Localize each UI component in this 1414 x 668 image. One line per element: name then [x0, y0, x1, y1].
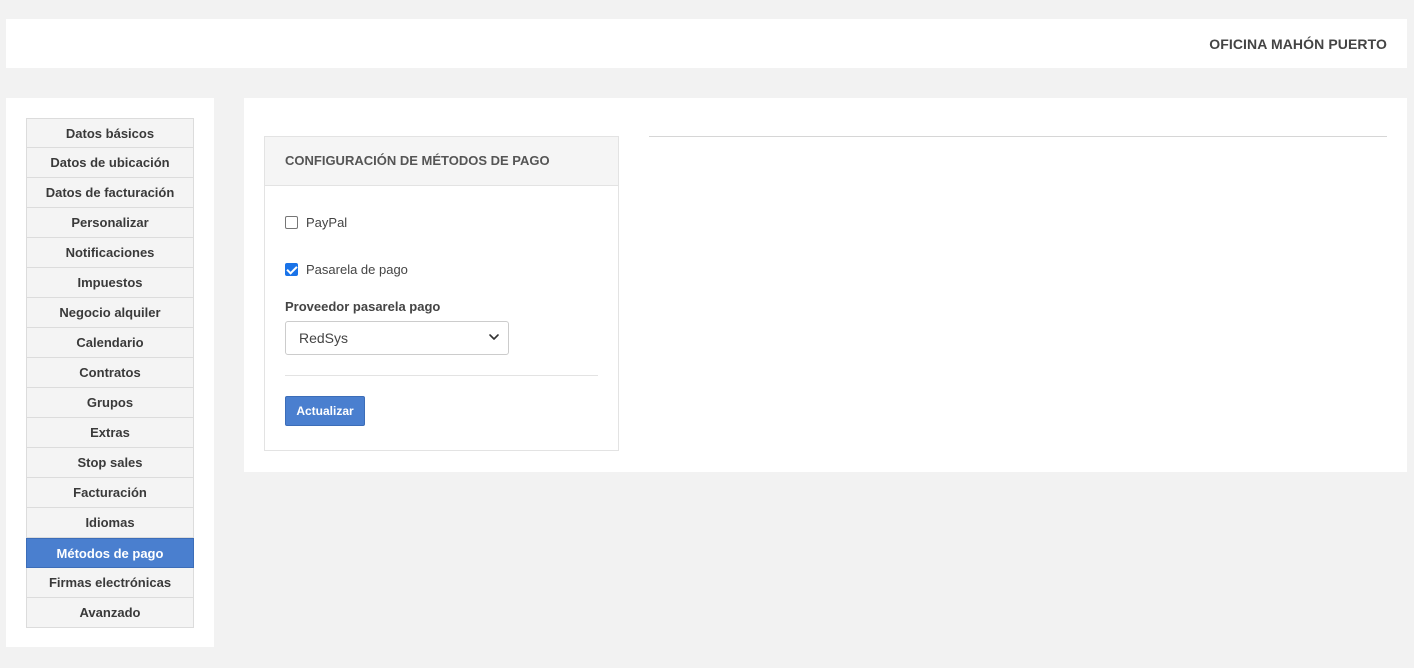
pasarela-checkbox[interactable] [285, 262, 298, 276]
sidebar-item-datos-ubicacion[interactable]: Datos de ubicación [26, 148, 194, 178]
sidebar-item-notificaciones[interactable]: Notificaciones [26, 238, 194, 268]
sidebar-item-stop-sales[interactable]: Stop sales [26, 448, 194, 478]
sidebar: Datos básicos Datos de ubicación Datos d… [6, 98, 214, 647]
provider-selected-value: RedSys [299, 330, 349, 346]
panel-body: PayPal Pasarela de pago Proveedor pasare… [265, 212, 618, 426]
paypal-option[interactable]: PayPal [285, 212, 598, 232]
sidebar-menu: Datos básicos Datos de ubicación Datos d… [26, 118, 194, 628]
sidebar-item-grupos[interactable]: Grupos [26, 388, 194, 418]
sidebar-item-negocio-alquiler[interactable]: Negocio alquiler [26, 298, 194, 328]
sidebar-item-impuestos[interactable]: Impuestos [26, 268, 194, 298]
chevron-down-icon [489, 334, 499, 340]
sidebar-item-contratos[interactable]: Contratos [26, 358, 194, 388]
main-content: CONFIGURACIÓN DE MÉTODOS DE PAGO PayPal … [244, 98, 1407, 472]
sidebar-item-calendario[interactable]: Calendario [26, 328, 194, 358]
sidebar-item-metodos-pago[interactable]: Métodos de pago [26, 538, 194, 568]
paypal-label: PayPal [306, 214, 348, 230]
sidebar-item-datos-facturacion[interactable]: Datos de facturación [26, 178, 194, 208]
office-name: OFICINA MAHÓN PUERTO [1209, 36, 1387, 52]
pasarela-label: Pasarela de pago [306, 261, 408, 277]
provider-select[interactable]: RedSys [285, 321, 509, 355]
payment-methods-panel: CONFIGURACIÓN DE MÉTODOS DE PAGO PayPal … [264, 136, 619, 451]
divider [649, 136, 1387, 137]
sidebar-item-facturacion[interactable]: Facturación [26, 478, 194, 508]
paypal-checkbox[interactable] [285, 215, 298, 229]
sidebar-item-firmas-electronicas[interactable]: Firmas electrónicas [26, 568, 194, 598]
sidebar-item-datos-basicos[interactable]: Datos básicos [26, 118, 194, 148]
sidebar-item-idiomas[interactable]: Idiomas [26, 508, 194, 538]
update-button[interactable]: Actualizar [285, 396, 365, 426]
sidebar-item-personalizar[interactable]: Personalizar [26, 208, 194, 238]
divider [285, 375, 598, 376]
sidebar-item-extras[interactable]: Extras [26, 418, 194, 448]
sidebar-item-avanzado[interactable]: Avanzado [26, 598, 194, 628]
panel-title: CONFIGURACIÓN DE MÉTODOS DE PAGO [265, 137, 618, 186]
pasarela-option[interactable]: Pasarela de pago [285, 259, 598, 279]
provider-label: Proveedor pasarela pago [285, 299, 441, 314]
top-bar: OFICINA MAHÓN PUERTO [6, 19, 1407, 68]
